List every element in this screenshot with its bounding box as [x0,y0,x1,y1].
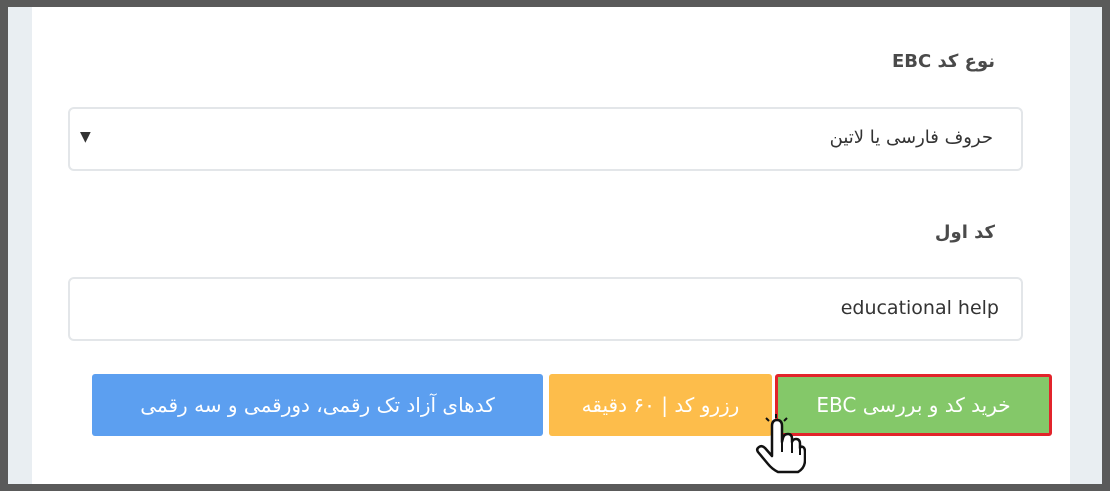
hand-pointer-icon [755,414,806,474]
page-frame: نوع کد EBC حروف فارسی یا لاتین ▼ کد اول … [8,7,1102,484]
form-card: نوع کد EBC حروف فارسی یا لاتین ▼ کد اول … [32,7,1070,484]
reserve-button[interactable]: رزرو کد | ۶۰ دقیقه [549,374,772,436]
code-type-selected-value: حروف فارسی یا لاتین [829,127,993,148]
buy-check-button[interactable]: خرید کد و بررسی EBC [775,374,1052,436]
code-type-select[interactable]: حروف فارسی یا لاتین ▼ [68,107,1023,171]
caret-down-icon: ▼ [80,129,91,145]
code-type-label: نوع کد EBC [892,51,995,72]
first-code-field[interactable] [68,277,1023,341]
first-code-input[interactable] [299,297,999,319]
free-codes-button[interactable]: کدهای آزاد تک رقمی، دورقمی و سه رقمی [92,374,543,436]
first-code-label: کد اول [934,222,995,243]
